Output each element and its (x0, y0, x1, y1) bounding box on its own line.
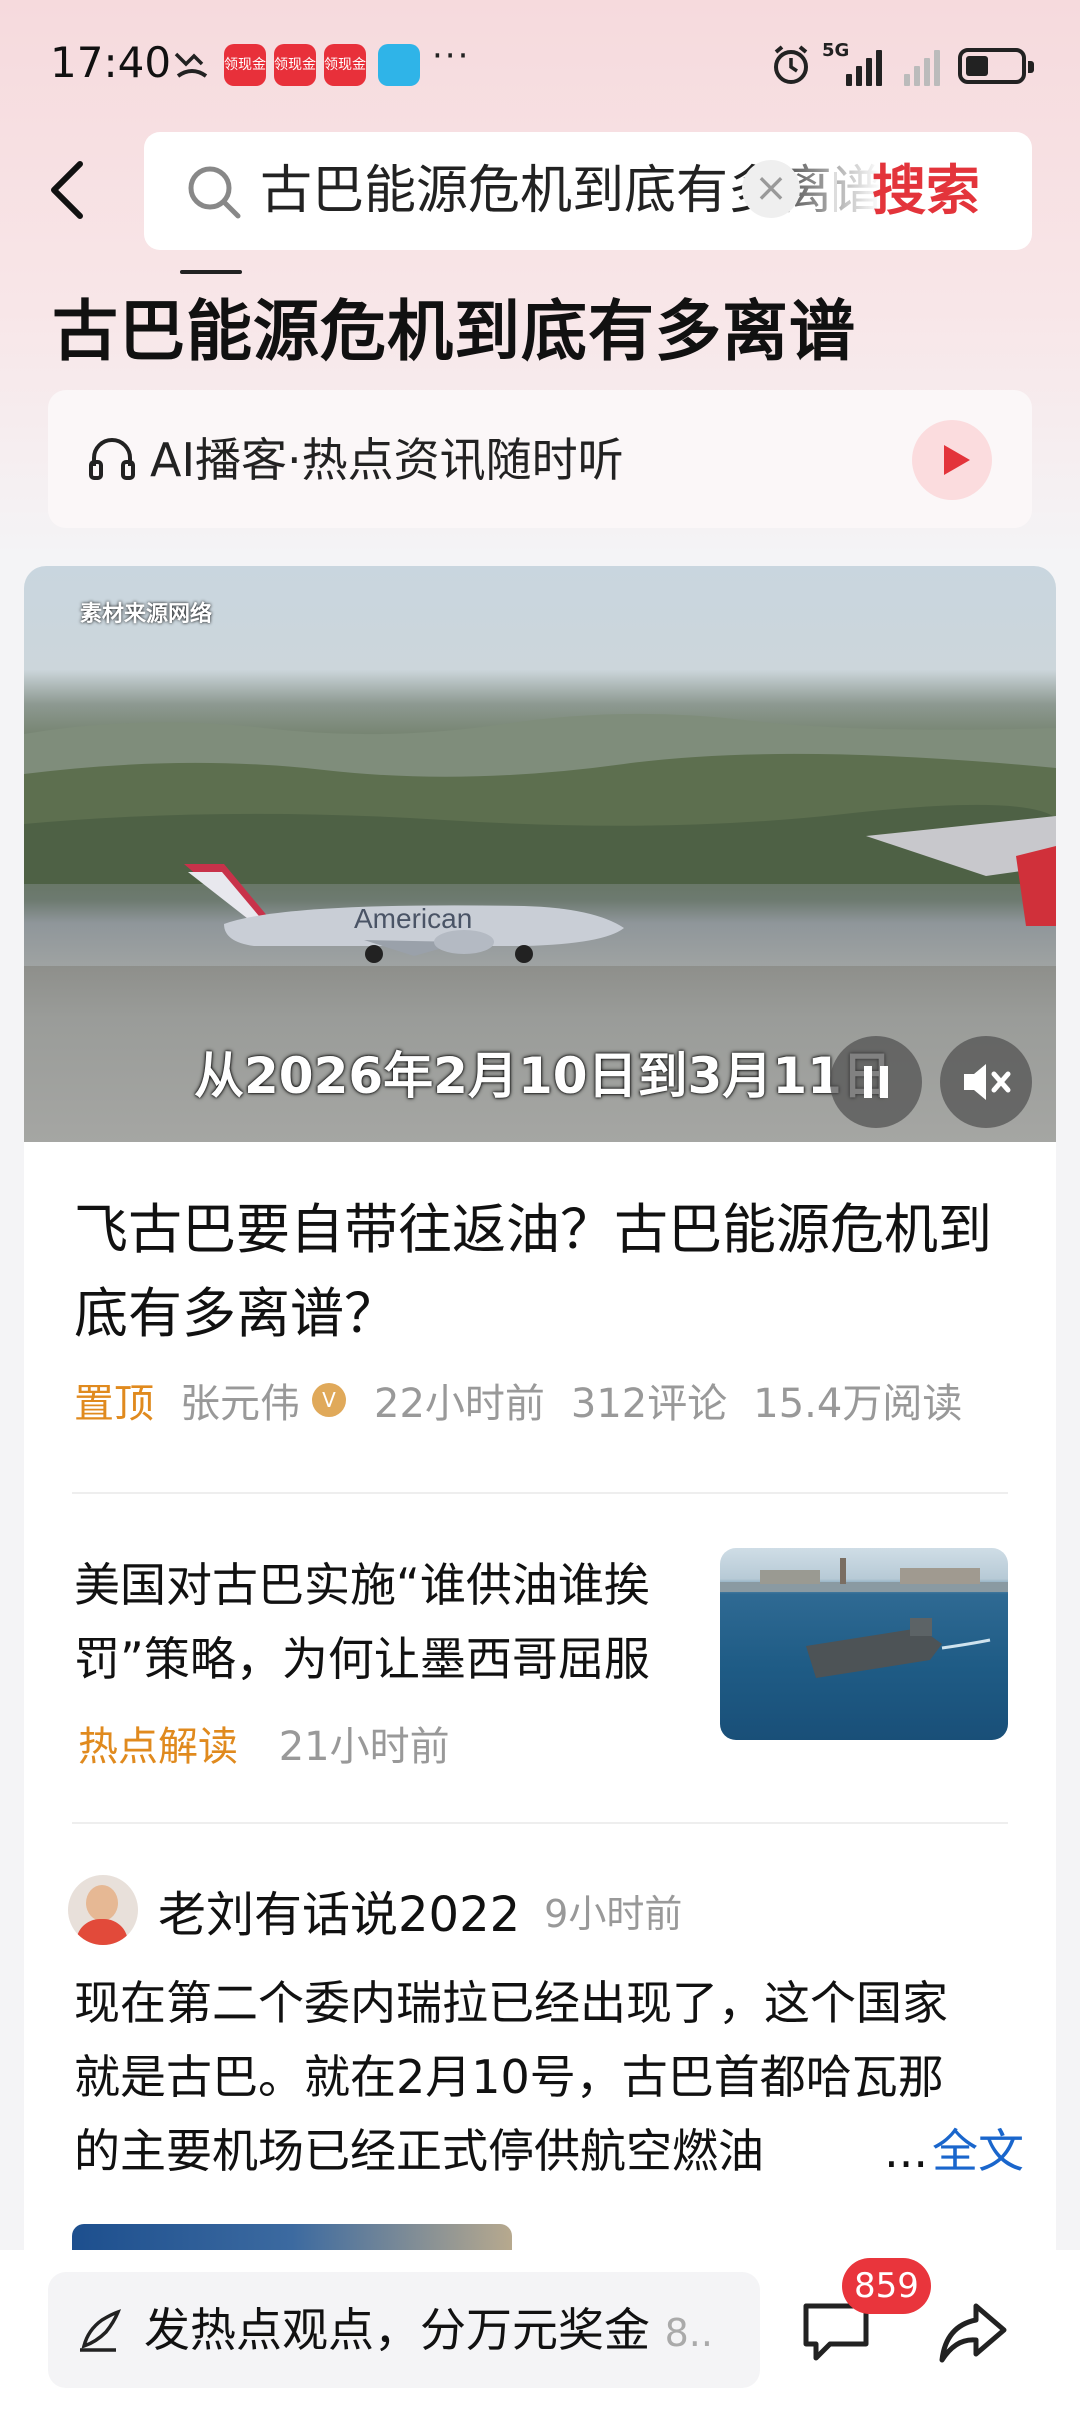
post-body[interactable]: 现在第二个委内瑞拉已经出现了，这个国家 就是古巴。就在2月10号，古巴首都哈瓦那… (74, 1966, 1024, 2188)
second-airplane-image (866, 816, 1056, 926)
status-bar: 17:40 领现金 领现金 领现金 ··· 5G (0, 0, 1080, 130)
ai-podcast-label: AI播客·热点资讯随时听 (150, 433, 624, 487)
verified-badge-icon: V (312, 1383, 346, 1417)
post-text-line: 的主要机场已经正式停供航空燃油 (74, 2124, 764, 2178)
share-button[interactable] (936, 2300, 1010, 2370)
back-button[interactable] (40, 150, 100, 230)
results-card: American 素材来源网络 从2026年2月10日到3月11日 飞古巴要自带… (24, 566, 1056, 2412)
news-item-title[interactable]: 美国对古巴实施“谁供油谁挨罚”策略，为何让墨西哥屈服 (74, 1548, 694, 1696)
tab-indicator (180, 270, 242, 274)
pen-icon (76, 2306, 124, 2358)
article-time: 22小时前 (374, 1381, 545, 1427)
battery-icon (958, 48, 1034, 84)
news-item-meta: 热点解读 21小时前 (78, 1714, 450, 1772)
status-time: 17:40 (50, 38, 172, 87)
search-box[interactable]: 古巴能源危机到底有多离谱 × 搜索 (144, 132, 1032, 250)
search-icon (184, 162, 244, 226)
alarm-icon (770, 44, 812, 90)
ellipsis: ... (884, 2124, 928, 2178)
hot-topic-tag: 热点解读 (78, 1724, 238, 1770)
ship-image (720, 1558, 1008, 1678)
video-player[interactable]: American 素材来源网络 从2026年2月10日到3月11日 (24, 566, 1056, 1142)
share-arrow-icon (939, 2303, 1007, 2363)
missed-call-icon (172, 44, 212, 88)
play-podcast-button[interactable] (912, 420, 992, 500)
divider (72, 1822, 1008, 1824)
more-notifications-icon: ··· (432, 36, 471, 76)
svg-text:American: American (354, 903, 472, 934)
clear-search-button[interactable]: × (742, 160, 800, 218)
signal-strength-icon (846, 46, 882, 86)
post-text-line: 就是古巴。就在2月10号，古巴首都哈瓦那 (74, 2050, 944, 2104)
mute-button[interactable] (940, 1036, 1032, 1128)
read-count: 15.4万阅读 (753, 1381, 963, 1427)
book-app-icon (378, 44, 420, 86)
signal-weak-icon (904, 46, 940, 86)
post-author-row[interactable]: 老刘有话说2022 9小时前 (68, 1872, 682, 1948)
pause-button[interactable] (830, 1036, 922, 1128)
app-notification-icon: 领现金 (224, 44, 266, 86)
comment-placeholder-text: 发热点观点，分万元奖金 (144, 2303, 650, 2357)
comment-count-badge: 859 (842, 2258, 931, 2314)
news-thumbnail[interactable] (720, 1548, 1008, 1740)
app-notification-icon: 领现金 (274, 44, 316, 86)
post-username[interactable]: 老刘有话说2022 (158, 1875, 520, 1945)
news-item-time: 21小时前 (278, 1724, 450, 1770)
app-notification-icon: 领现金 (324, 44, 366, 86)
article-meta: 置顶 张元伟 V 22小时前 312评论 15.4万阅读 (74, 1370, 988, 1430)
pinned-tag: 置顶 (74, 1381, 154, 1427)
author-name[interactable]: 张元伟 (180, 1371, 300, 1429)
headphone-icon (86, 432, 138, 488)
comment-count: 312评论 (570, 1381, 728, 1427)
article-title[interactable]: 飞古巴要自带往返油？古巴能源危机到底有多离谱？ (74, 1188, 1004, 1356)
comment-input[interactable]: 发热点观点，分万元奖金 8.. (48, 2272, 760, 2388)
divider (834, 172, 837, 212)
video-subtitle: 从2026年2月10日到3月11日 (194, 1047, 892, 1105)
divider (72, 1492, 1008, 1494)
video-watermark: 素材来源网络 (80, 602, 213, 627)
comment-placeholder: 发热点观点，分万元奖金 8.. (144, 2300, 738, 2363)
ai-podcast-card[interactable]: AI播客·热点资讯随时听 (48, 390, 1032, 528)
post-text-line: 现在第二个委内瑞拉已经出现了，这个国家 (74, 1976, 948, 2030)
bottom-bar: 发热点观点，分万元奖金 8.. 859 (0, 2250, 1080, 2412)
page-title: 古巴能源危机到底有多离谱 (52, 293, 856, 370)
muted-speaker-icon (964, 1064, 1011, 1100)
airplane-image: American (184, 864, 624, 963)
avatar[interactable] (68, 1875, 138, 1945)
expand-full-text-link[interactable]: 全文 (932, 2124, 1024, 2178)
comment-placeholder-suffix: 8.. (664, 2311, 713, 2355)
post-time: 9小时前 (544, 1891, 683, 1936)
search-submit-button[interactable]: 搜索 (872, 154, 980, 228)
